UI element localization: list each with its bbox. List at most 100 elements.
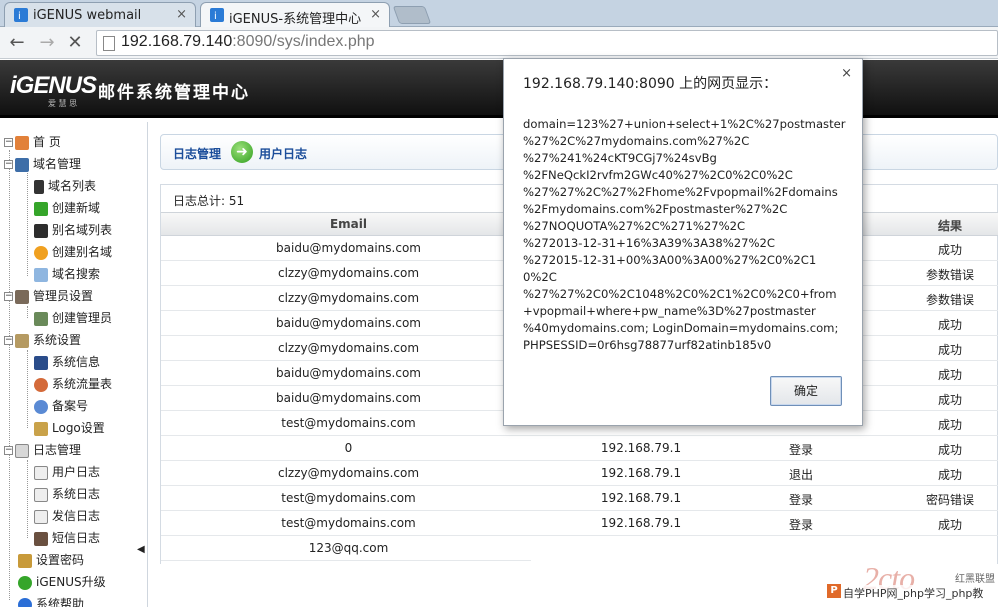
sidebar-item-help[interactable]: 系统帮助: [18, 594, 84, 607]
sidebar-item-domain-management[interactable]: − 域名管理: [4, 154, 81, 174]
sidebar-item-create-admin[interactable]: 创建管理员: [34, 308, 112, 328]
watermark-tag: 红黑联盟: [955, 574, 995, 585]
app-title: 邮件系统管理中心: [98, 83, 250, 103]
sidebar-item-set-password[interactable]: 设置密码: [18, 550, 84, 570]
email-cell: test@mydomains.com: [281, 491, 416, 505]
result-cell: 成功: [937, 418, 962, 432]
sidebar-item-upgrade[interactable]: iGENUS升级: [18, 572, 106, 592]
sidebar-tree: − 首 页 − 域名管理 域名列表 创建新域 别名域列表 创建别名域 域名搜索 − 管…: [0, 122, 148, 607]
svg-text:i: i: [214, 11, 217, 22]
php-icon: P: [827, 584, 841, 598]
sidebar-item-alias-domain-list[interactable]: 别名域列表: [34, 220, 112, 240]
tools-icon: [15, 333, 29, 348]
table-row: 0 192.168.79.1 登录 成功: [161, 436, 998, 461]
pie-chart-icon: [34, 377, 48, 392]
sidebar-item-domain-list[interactable]: 域名列表: [34, 176, 96, 196]
email-cell: clzzy@mydomains.com: [277, 466, 420, 480]
email-cell: 123@qq.com: [308, 541, 389, 555]
table-row: 123@qq.com: [161, 536, 531, 561]
email-cell: baidu@mydomains.com: [276, 241, 421, 255]
new-tab-button[interactable]: [392, 6, 432, 24]
result-cell: 参数错误: [925, 268, 974, 282]
result-cell: 成功: [937, 468, 962, 482]
sidebar-item-create-domain[interactable]: 创建新域: [34, 198, 100, 218]
log-icon: [34, 465, 48, 480]
search-window-icon: [34, 267, 48, 282]
browser-tab-strip: i iGENUS webmail × i iGENUS-系统管理中心 ×: [0, 0, 998, 28]
document-icon: [15, 443, 29, 458]
brush-icon: [34, 421, 48, 436]
table-row: clzzy@mydomains.com 192.168.79.1 退出 成功: [161, 461, 998, 486]
list-icon: [34, 223, 48, 238]
forward-arrow-icon[interactable]: →: [36, 32, 58, 54]
tab-label: iGENUS webmail: [33, 8, 142, 23]
email-cell: clzzy@mydomains.com: [277, 266, 420, 280]
sidebar-item-user-log[interactable]: 用户日志: [34, 462, 100, 482]
result-cell: 参数错误: [925, 293, 974, 307]
palette-icon: [34, 399, 48, 414]
stop-loading-icon[interactable]: ✕: [64, 32, 86, 54]
log-total: 日志总计: 51: [173, 194, 245, 208]
result-cell: 成功: [937, 368, 962, 382]
sidebar-item-admin-settings[interactable]: − 管理员设置: [4, 286, 93, 306]
address-bar[interactable]: 192.168.79.140:8090/sys/index.php: [96, 30, 998, 56]
igenus-favicon-icon: i: [14, 8, 28, 22]
sidebar-item-system-info[interactable]: 系统信息: [34, 352, 100, 372]
dialog-title: 192.168.79.140:8090 上的网页显示：: [523, 76, 778, 92]
sidebar-item-logo-settings[interactable]: Logo设置: [34, 418, 105, 438]
tab-label: iGENUS-系统管理中心: [229, 12, 362, 27]
tab-close-icon[interactable]: ×: [176, 7, 187, 22]
svg-text:i: i: [18, 11, 21, 22]
table-row: test@mydomains.com 192.168.79.1 登录 成功: [161, 511, 998, 536]
sidebar-item-log-management[interactable]: − 日志管理: [4, 440, 81, 460]
sidebar-item-send-log[interactable]: 发信日志: [34, 506, 100, 526]
email-cell: test@mydomains.com: [281, 416, 416, 430]
ip-cell: 192.168.79.1: [600, 516, 682, 530]
help-icon: [18, 597, 32, 607]
plus-icon: [34, 201, 48, 216]
result-cell: 成功: [937, 343, 962, 357]
watermark-text: 自学PHP网_php学习_php教: [843, 585, 984, 601]
browser-toolbar: ← → ✕ 192.168.79.140:8090/sys/index.php: [0, 27, 998, 59]
breadcrumb-parent[interactable]: 日志管理: [173, 145, 221, 162]
email-cell: test@mydomains.com: [281, 516, 416, 530]
result-cell: 成功: [937, 318, 962, 332]
collapse-sidebar-icon[interactable]: ◀: [137, 544, 145, 555]
tab-igenus-webmail[interactable]: i iGENUS webmail ×: [4, 2, 196, 27]
log-icon: [34, 509, 48, 524]
sidebar-item-sms-log[interactable]: 短信日志: [34, 528, 100, 548]
phone-icon: [34, 179, 44, 194]
action-cell: 登录: [788, 518, 813, 532]
column-result: 结果: [937, 219, 962, 233]
ok-button[interactable]: 确定: [770, 376, 842, 406]
breadcrumb-current: 用户日志: [259, 147, 308, 161]
monitor-icon: [34, 355, 48, 370]
email-cell: baidu@mydomains.com: [276, 316, 421, 330]
tab-close-icon[interactable]: ×: [370, 7, 381, 22]
ip-cell: 192.168.79.1: [600, 441, 682, 455]
email-cell: 0: [344, 441, 353, 455]
sidebar-item-domain-search[interactable]: 域名搜索: [34, 264, 100, 284]
sidebar-item-traffic-table[interactable]: 系统流量表: [34, 374, 112, 394]
url-text: 192.168.79.140:8090/sys/index.php: [121, 33, 375, 50]
sidebar-item-system-log[interactable]: 系统日志: [34, 484, 100, 504]
close-icon[interactable]: ×: [841, 66, 852, 81]
dialog-message: domain=123%27+union+select+1%2C%27postma…: [523, 117, 846, 352]
sidebar-item-home[interactable]: − 首 页: [4, 132, 61, 152]
email-cell: baidu@mydomains.com: [276, 366, 421, 380]
result-cell: 密码错误: [925, 493, 974, 507]
sidebar-item-record-number[interactable]: 备案号: [34, 396, 88, 416]
igenus-favicon-icon: i: [210, 8, 224, 22]
result-cell: 成功: [937, 443, 962, 457]
sidebar-item-create-alias-domain[interactable]: 创建别名域: [34, 242, 112, 262]
page-icon: [103, 36, 115, 51]
sidebar-item-system-settings[interactable]: − 系统设置: [4, 330, 81, 350]
home-icon: [15, 135, 29, 150]
user-icon: [15, 289, 29, 304]
back-arrow-icon[interactable]: ←: [6, 32, 28, 54]
table-row: test@mydomains.com 192.168.79.1 登录 密码错误: [161, 486, 998, 511]
tab-igenus-admin[interactable]: i iGENUS-系统管理中心 ×: [200, 2, 390, 28]
email-cell: clzzy@mydomains.com: [277, 291, 420, 305]
add-circle-icon: [34, 245, 48, 260]
action-cell: 登录: [788, 493, 813, 507]
